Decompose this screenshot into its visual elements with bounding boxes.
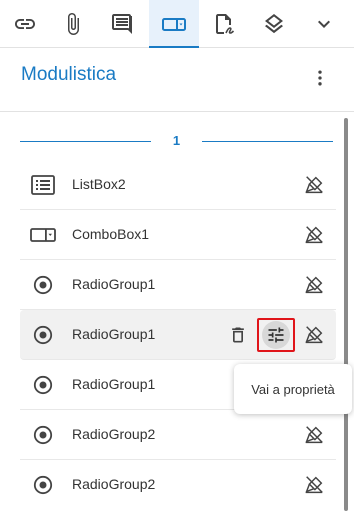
- page-separator: 1: [20, 132, 333, 152]
- comment-icon: [112, 13, 132, 34]
- unlinked-icon[interactable]: [299, 320, 329, 350]
- comment-button[interactable]: [97, 0, 147, 47]
- unlinked-icon[interactable]: [299, 170, 329, 200]
- radio-button-icon: [30, 424, 56, 446]
- top-toolbar: [0, 0, 354, 48]
- unlinked-icon[interactable]: [299, 470, 329, 500]
- paperclip-icon: [68, 12, 79, 35]
- field-label: RadioGroup2: [72, 426, 156, 442]
- radio-button-icon: [30, 324, 56, 346]
- field-label: RadioGroup2: [72, 476, 156, 492]
- link-icon: [15, 18, 35, 29]
- field-label: RadioGroup1: [72, 376, 156, 392]
- unlinked-icon[interactable]: [299, 220, 329, 250]
- list-item[interactable]: RadioGroup2: [20, 460, 336, 509]
- attachment-button[interactable]: [48, 0, 98, 47]
- list-item[interactable]: RadioGroup2: [20, 410, 336, 460]
- properties-button[interactable]: [257, 318, 295, 352]
- unlinked-icon[interactable]: [299, 270, 329, 300]
- radio-button-icon: [30, 274, 56, 296]
- trash-icon: [232, 327, 244, 343]
- combobox-icon: [30, 224, 56, 246]
- page-number: 1: [172, 133, 181, 148]
- radio-button-icon: [30, 474, 56, 496]
- sign-document-icon: [216, 13, 235, 34]
- header-divider: [0, 111, 354, 112]
- unlinked-icon[interactable]: [299, 420, 329, 450]
- radio-button-icon: [30, 374, 56, 396]
- field-label: RadioGroup1: [72, 276, 156, 292]
- chevron-down-icon: [318, 20, 330, 28]
- form-field-list: ListBox2 ComboBox1 RadioGroup1 RadioGrou…: [20, 160, 336, 509]
- scrollbar[interactable]: [344, 118, 348, 511]
- form-fields-button[interactable]: [149, 0, 199, 48]
- field-label: ListBox2: [72, 176, 126, 192]
- tune-icon: [268, 327, 284, 343]
- field-label: RadioGroup1: [72, 326, 156, 342]
- form-field-icon: [162, 17, 186, 31]
- more-tools-dropdown[interactable]: [299, 0, 349, 47]
- tooltip: Vai a proprietà: [234, 364, 352, 414]
- field-label: ComboBox1: [72, 226, 150, 242]
- listbox-icon: [30, 174, 56, 196]
- separator-line: [202, 141, 333, 142]
- delete-button[interactable]: [223, 320, 253, 350]
- list-item[interactable]: RadioGroup1: [20, 310, 336, 360]
- list-item[interactable]: RadioGroup1: [20, 260, 336, 310]
- panel-title: Modulistica: [21, 64, 117, 85]
- panel-menu-button[interactable]: [306, 64, 334, 92]
- separator-line: [20, 141, 151, 142]
- sign-document-button[interactable]: [199, 0, 249, 47]
- more-vertical-icon: [318, 70, 322, 86]
- layers-icon: [265, 13, 283, 33]
- layers-button[interactable]: [249, 0, 299, 47]
- list-item[interactable]: ComboBox1: [20, 210, 336, 260]
- link-button[interactable]: [0, 0, 50, 47]
- list-item[interactable]: ListBox2: [20, 160, 336, 210]
